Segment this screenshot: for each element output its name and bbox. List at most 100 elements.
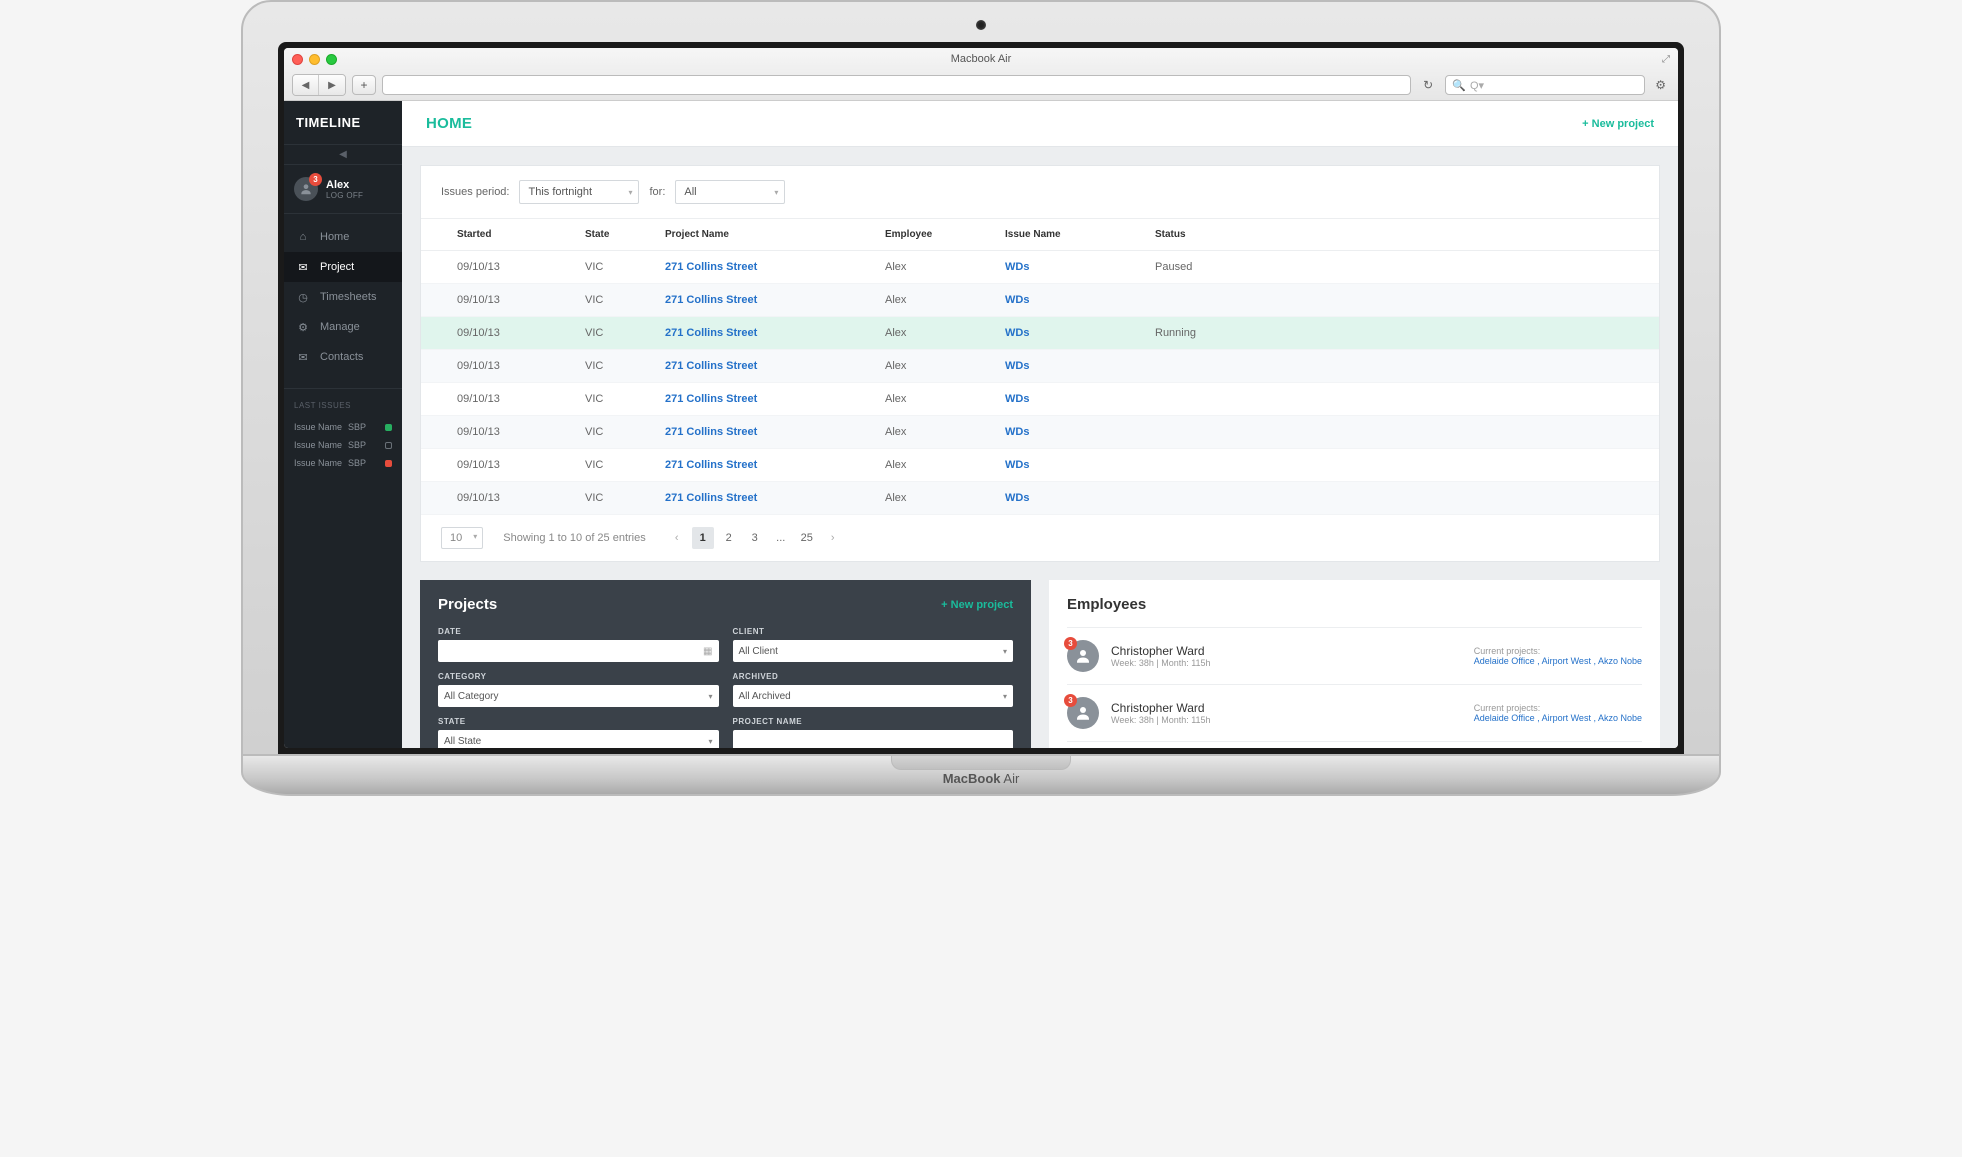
cell-project: 271 Collins Street <box>651 449 871 482</box>
issue-link[interactable]: WDs <box>1005 360 1029 372</box>
settings-icon[interactable]: ⚙ <box>1651 78 1670 92</box>
for-select[interactable]: All <box>675 180 785 204</box>
project-link[interactable]: 271 Collins Street <box>665 459 757 471</box>
project-link[interactable]: 271 Collins Street <box>665 393 757 405</box>
cell-project: 271 Collins Street <box>651 284 871 317</box>
project-link[interactable]: Akzo Nobe <box>1598 713 1642 723</box>
pager-page[interactable]: 3 <box>744 527 766 549</box>
employee-row[interactable]: 3 Christopher Ward Week: 38h | Month: 11… <box>1067 627 1642 684</box>
new-project-button[interactable]: + New project <box>1582 118 1654 130</box>
expand-icon[interactable]: ⤢ <box>1662 54 1670 65</box>
employee-row[interactable]: 3 Christopher Ward Week: 38h | Month: 11… <box>1067 684 1642 741</box>
column-header[interactable]: Started <box>421 219 571 251</box>
issue-link[interactable]: WDs <box>1005 426 1029 438</box>
last-issue-item[interactable]: Issue NameSBP <box>294 454 392 472</box>
reload-icon[interactable]: ↻ <box>1417 78 1439 92</box>
screen: Macbook Air ⤢ ◀ ▶ + ↻ 🔍 Q▾ ⚙ <box>284 48 1678 748</box>
table-row[interactable]: 09/10/13 VIC 271 Collins Street Alex WDs <box>421 284 1659 317</box>
table-row[interactable]: 09/10/13 VIC 271 Collins Street Alex WDs <box>421 449 1659 482</box>
project-link[interactable]: Airport West <box>1542 713 1598 723</box>
period-select[interactable]: This fortnight <box>519 180 639 204</box>
pager-next[interactable]: › <box>822 527 844 549</box>
nav-item-home[interactable]: ⌂Home <box>284 222 402 252</box>
table-row[interactable]: 09/10/13 VIC 271 Collins Street Alex WDs <box>421 416 1659 449</box>
pager-page: ... <box>770 527 792 549</box>
column-header[interactable]: Employee <box>871 219 991 251</box>
status-dot-icon <box>385 424 392 431</box>
cell-issue: WDs <box>991 383 1141 416</box>
nav-item-timesheets[interactable]: ◷Timesheets <box>284 282 402 312</box>
cell-issue: WDs <box>991 416 1141 449</box>
column-header[interactable]: State <box>571 219 651 251</box>
state-select[interactable]: All State <box>438 730 719 748</box>
browser-search[interactable]: 🔍 Q▾ <box>1445 75 1645 95</box>
issue-link[interactable]: WDs <box>1005 459 1029 471</box>
logoff-link[interactable]: LOG OFF <box>326 191 363 200</box>
issue-link[interactable]: WDs <box>1005 393 1029 405</box>
last-issue-item[interactable]: Issue NameSBP <box>294 436 392 454</box>
date-input[interactable]: ▦ <box>438 640 719 662</box>
user-name: Alex <box>326 179 363 191</box>
column-header[interactable]: Status <box>1141 219 1659 251</box>
page-size-select[interactable]: 10 <box>441 527 483 549</box>
collapse-sidebar-button[interactable]: ◀ <box>284 145 402 165</box>
pager-page[interactable]: 25 <box>796 527 818 549</box>
pager-page[interactable]: 2 <box>718 527 740 549</box>
project-link[interactable]: 271 Collins Street <box>665 261 757 273</box>
issue-code: SBP <box>348 458 366 468</box>
new-tab-button[interactable]: + <box>352 75 376 95</box>
issue-link[interactable]: WDs <box>1005 492 1029 504</box>
table-row[interactable]: 09/10/13 VIC 271 Collins Street Alex WDs <box>421 482 1659 515</box>
table-row[interactable]: 09/10/13 VIC 271 Collins Street Alex WDs <box>421 350 1659 383</box>
column-header[interactable]: Project Name <box>651 219 871 251</box>
employee-row[interactable]: 3 Christopher Ward Week: 38h | Month: 11… <box>1067 741 1642 748</box>
address-bar[interactable] <box>382 75 1411 95</box>
nav-item-project[interactable]: ✉Project <box>284 252 402 282</box>
last-issue-item[interactable]: Issue NameSBP <box>294 418 392 436</box>
table-row[interactable]: 09/10/13 VIC 271 Collins Street Alex WDs… <box>421 251 1659 284</box>
current-projects-label: Current projects: <box>1474 646 1642 656</box>
cell-started: 09/10/13 <box>421 284 571 317</box>
nav-item-manage[interactable]: ⚙Manage <box>284 312 402 342</box>
cell-state: VIC <box>571 449 651 482</box>
project-link[interactable]: 271 Collins Street <box>665 426 757 438</box>
project-link[interactable]: Airport West <box>1542 656 1598 666</box>
pager-page[interactable]: 1 <box>692 527 714 549</box>
cell-status: Running <box>1141 317 1659 350</box>
project-link[interactable]: 271 Collins Street <box>665 294 757 306</box>
cell-project: 271 Collins Street <box>651 317 871 350</box>
cell-status <box>1141 416 1659 449</box>
project-link[interactable]: Adelaide Office <box>1474 656 1542 666</box>
maximize-window-button[interactable] <box>326 54 337 65</box>
cell-issue: WDs <box>991 284 1141 317</box>
category-select[interactable]: All Category <box>438 685 719 707</box>
project-link[interactable]: 271 Collins Street <box>665 327 757 339</box>
search-placeholder: Q▾ <box>1470 79 1484 92</box>
forward-button[interactable]: ▶ <box>319 75 345 95</box>
client-select[interactable]: All Client <box>733 640 1014 662</box>
table-row[interactable]: 09/10/13 VIC 271 Collins Street Alex WDs… <box>421 317 1659 350</box>
projects-filter-form: DATE ▦ CLIENT All Client CATEGORY All Ca… <box>438 627 1013 748</box>
nav-label: Contacts <box>320 351 363 363</box>
pager-prev[interactable]: ‹ <box>666 527 688 549</box>
page-title: HOME <box>426 115 472 132</box>
project-link[interactable]: 271 Collins Street <box>665 360 757 372</box>
employee-name: Christopher Ward <box>1111 701 1211 715</box>
user-block[interactable]: 3 Alex LOG OFF <box>284 165 402 214</box>
projectname-input[interactable] <box>733 730 1014 748</box>
issue-link[interactable]: WDs <box>1005 327 1029 339</box>
close-window-button[interactable] <box>292 54 303 65</box>
project-link[interactable]: 271 Collins Street <box>665 492 757 504</box>
table-row[interactable]: 09/10/13 VIC 271 Collins Street Alex WDs <box>421 383 1659 416</box>
project-link[interactable]: Adelaide Office <box>1474 713 1542 723</box>
column-header[interactable]: Issue Name <box>991 219 1141 251</box>
project-link[interactable]: Akzo Nobe <box>1598 656 1642 666</box>
nav-item-contacts[interactable]: ✉Contacts <box>284 342 402 372</box>
back-button[interactable]: ◀ <box>293 75 319 95</box>
issue-link[interactable]: WDs <box>1005 261 1029 273</box>
minimize-window-button[interactable] <box>309 54 320 65</box>
projects-new-button[interactable]: + New project <box>941 599 1013 611</box>
issue-link[interactable]: WDs <box>1005 294 1029 306</box>
titlebar: Macbook Air ⤢ <box>284 48 1678 70</box>
archived-select[interactable]: All Archived <box>733 685 1014 707</box>
